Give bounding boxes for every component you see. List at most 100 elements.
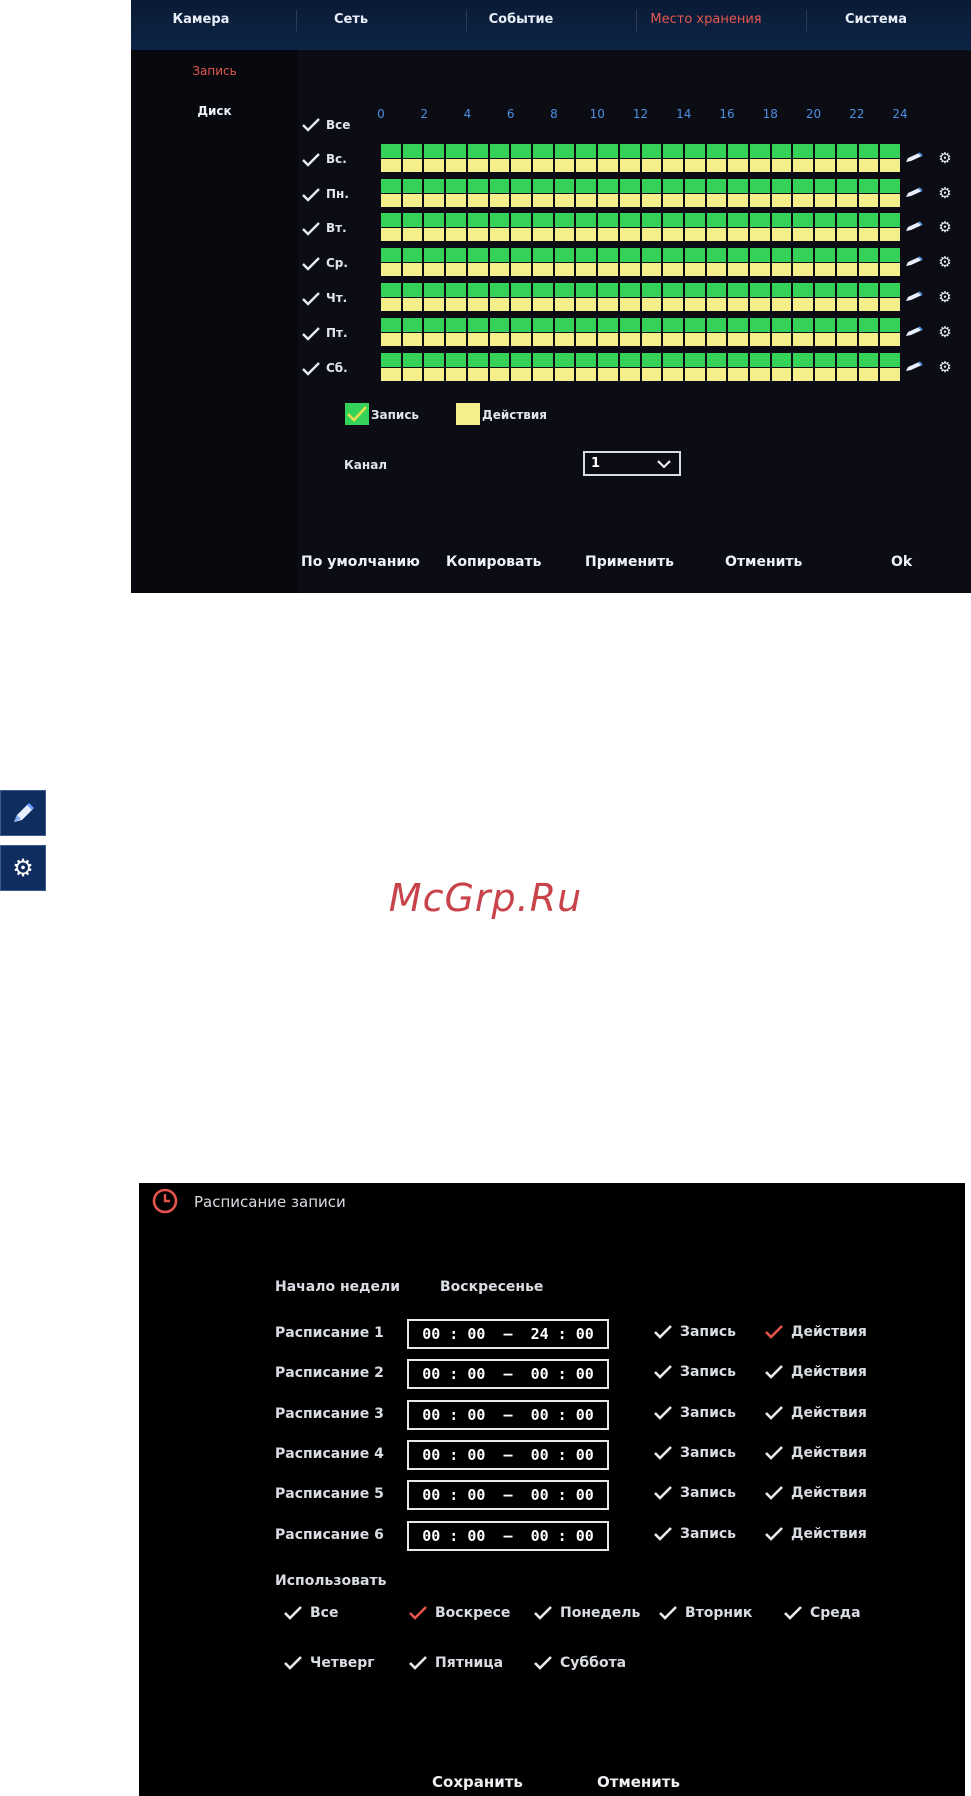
- hour-cell[interactable]: [576, 179, 597, 207]
- hour-cell[interactable]: [467, 144, 488, 172]
- hour-cell[interactable]: [836, 179, 857, 207]
- hour-cell[interactable]: [554, 213, 575, 241]
- hour-cell[interactable]: [750, 353, 770, 381]
- channel-select[interactable]: 1: [583, 451, 681, 476]
- hour-cell[interactable]: [446, 318, 466, 346]
- hour-cell[interactable]: [424, 283, 445, 311]
- hour-cell[interactable]: [663, 353, 683, 381]
- hour-cell[interactable]: [532, 318, 553, 346]
- day-schedule-grid[interactable]: [381, 318, 900, 346]
- hour-cell[interactable]: [793, 179, 814, 207]
- copy-button[interactable]: Копировать: [446, 554, 541, 570]
- hour-cell[interactable]: [750, 213, 770, 241]
- hour-cell[interactable]: [771, 179, 792, 207]
- hour-cell[interactable]: [771, 213, 792, 241]
- hour-cell[interactable]: [793, 353, 814, 381]
- hour-cell[interactable]: [467, 283, 488, 311]
- schedule-actions-checkbox[interactable]: Действия: [764, 1364, 867, 1380]
- day-check-icon[interactable]: [301, 152, 321, 168]
- hour-cell[interactable]: [880, 353, 900, 381]
- day-schedule-grid[interactable]: [381, 179, 900, 207]
- hour-cell[interactable]: [381, 144, 401, 172]
- hour-cell[interactable]: [598, 213, 618, 241]
- hour-cell[interactable]: [402, 318, 423, 346]
- hour-cell[interactable]: [467, 179, 488, 207]
- hour-cell[interactable]: [728, 318, 749, 346]
- use-monday-checkbox[interactable]: Понедель: [533, 1605, 640, 1621]
- hour-cell[interactable]: [684, 353, 705, 381]
- hour-cell[interactable]: [532, 144, 553, 172]
- save-button[interactable]: Сохранить: [432, 1773, 523, 1791]
- hour-cell[interactable]: [532, 283, 553, 311]
- hour-cell[interactable]: [554, 144, 575, 172]
- pencil-icon[interactable]: [905, 253, 923, 271]
- schedule-time-range-input[interactable]: 00 : 00 – 00 : 00: [407, 1399, 609, 1430]
- hour-cell[interactable]: [793, 283, 814, 311]
- day-schedule-grid[interactable]: [381, 144, 900, 172]
- default-button[interactable]: По умолчанию: [301, 554, 420, 570]
- hour-cell[interactable]: [381, 179, 401, 207]
- hour-cell[interactable]: [381, 283, 401, 311]
- hour-cell[interactable]: [402, 179, 423, 207]
- hour-cell[interactable]: [750, 144, 770, 172]
- hour-cell[interactable]: [728, 283, 749, 311]
- gear-icon[interactable]: ⚙: [936, 184, 954, 202]
- hour-cell[interactable]: [663, 213, 683, 241]
- hour-cell[interactable]: [619, 248, 640, 276]
- hour-cell[interactable]: [793, 144, 814, 172]
- tab-camera[interactable]: Камера: [151, 0, 251, 40]
- hour-cell[interactable]: [728, 213, 749, 241]
- hour-cell[interactable]: [771, 318, 792, 346]
- day-schedule-grid[interactable]: [381, 353, 900, 381]
- hour-cell[interactable]: [728, 353, 749, 381]
- hour-cell[interactable]: [489, 213, 510, 241]
- hour-cell[interactable]: [446, 248, 466, 276]
- schedule-time-range-input[interactable]: 00 : 00 – 00 : 00: [407, 1520, 609, 1551]
- hour-cell[interactable]: [619, 213, 640, 241]
- hour-cell[interactable]: [424, 248, 445, 276]
- pencil-icon[interactable]: [905, 218, 923, 236]
- gear-icon[interactable]: ⚙: [936, 218, 954, 236]
- hour-cell[interactable]: [446, 283, 466, 311]
- hour-cell[interactable]: [424, 213, 445, 241]
- hour-cell[interactable]: [532, 353, 553, 381]
- hour-cell[interactable]: [641, 144, 662, 172]
- hour-cell[interactable]: [858, 213, 879, 241]
- hour-cell[interactable]: [858, 144, 879, 172]
- hour-cell[interactable]: [728, 179, 749, 207]
- hour-cell[interactable]: [641, 318, 662, 346]
- hour-cell[interactable]: [598, 179, 618, 207]
- hour-cell[interactable]: [858, 318, 879, 346]
- hour-cell[interactable]: [880, 318, 900, 346]
- hour-cell[interactable]: [467, 318, 488, 346]
- apply-button[interactable]: Применить: [585, 554, 674, 570]
- hour-cell[interactable]: [641, 179, 662, 207]
- hour-cell[interactable]: [532, 213, 553, 241]
- hour-cell[interactable]: [511, 353, 531, 381]
- hour-cell[interactable]: [880, 283, 900, 311]
- hour-cell[interactable]: [576, 144, 597, 172]
- tab-network[interactable]: Сеть: [301, 0, 401, 40]
- dialog-cancel-button[interactable]: Отменить: [597, 1773, 680, 1791]
- hour-cell[interactable]: [381, 248, 401, 276]
- hour-cell[interactable]: [815, 318, 835, 346]
- hour-cell[interactable]: [750, 248, 770, 276]
- use-all-checkbox[interactable]: Все: [283, 1605, 338, 1621]
- hour-cell[interactable]: [467, 213, 488, 241]
- use-sunday-checkbox[interactable]: Воскресе: [408, 1605, 510, 1621]
- use-wednesday-checkbox[interactable]: Среда: [783, 1605, 861, 1621]
- schedule-record-checkbox[interactable]: Запись: [653, 1526, 736, 1542]
- hour-cell[interactable]: [793, 248, 814, 276]
- hour-cell[interactable]: [381, 353, 401, 381]
- hour-cell[interactable]: [858, 179, 879, 207]
- hour-cell[interactable]: [467, 248, 488, 276]
- hour-cell[interactable]: [576, 248, 597, 276]
- hour-cell[interactable]: [880, 248, 900, 276]
- hour-cell[interactable]: [489, 318, 510, 346]
- hour-cell[interactable]: [381, 213, 401, 241]
- hour-cell[interactable]: [750, 179, 770, 207]
- use-tuesday-checkbox[interactable]: Вторник: [658, 1605, 752, 1621]
- hour-cell[interactable]: [446, 213, 466, 241]
- hour-cell[interactable]: [880, 213, 900, 241]
- hour-cell[interactable]: [684, 318, 705, 346]
